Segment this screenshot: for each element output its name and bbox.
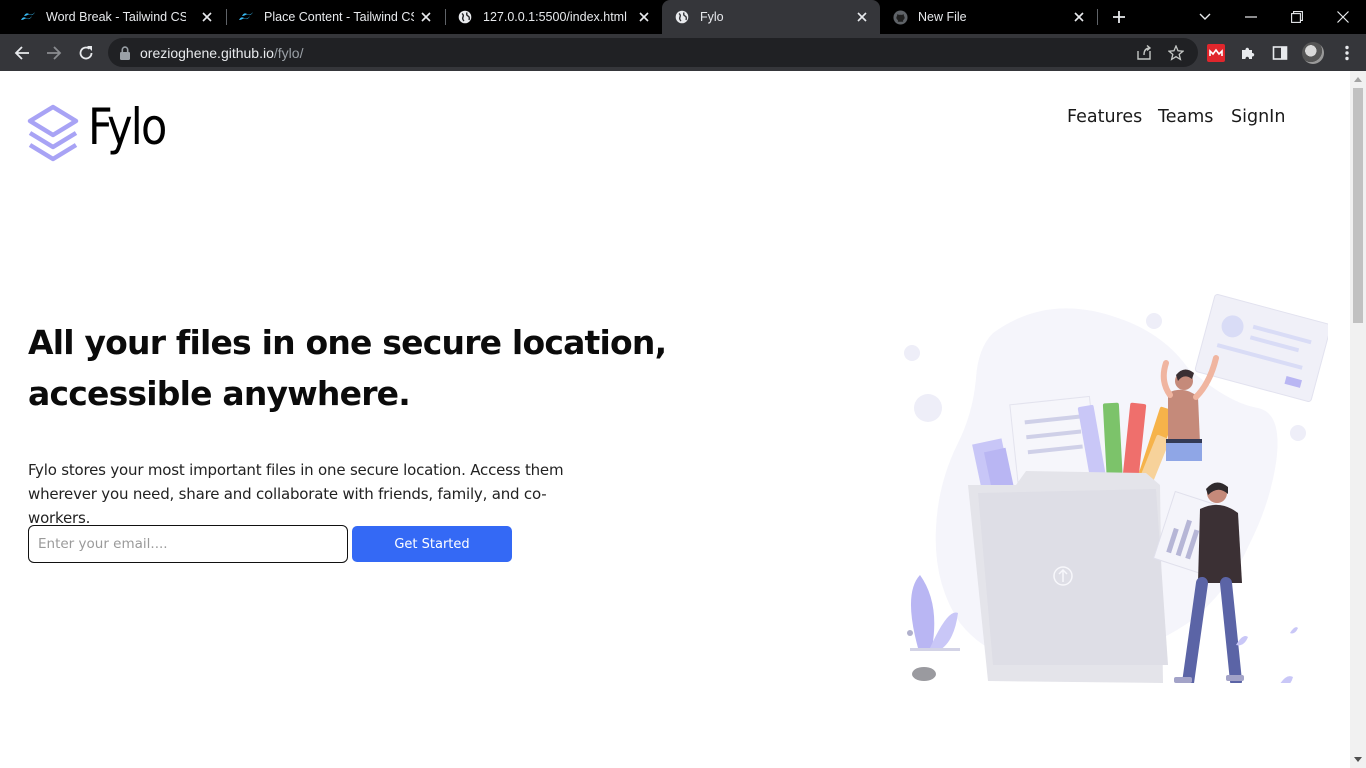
tab-separator [1097,9,1098,25]
hero-illustration [904,294,1328,683]
close-window-button[interactable] [1332,6,1354,28]
github-icon [892,9,908,25]
browser-menu-button[interactable] [1336,42,1358,64]
bubble [914,394,942,422]
close-icon[interactable] [1071,9,1087,25]
scroll-down-arrow-icon[interactable] [1354,757,1362,762]
nav-signin[interactable]: SignIn [1231,107,1285,127]
more-vertical-icon [1345,45,1349,61]
leaf [1280,676,1293,683]
bubble [904,345,920,361]
tab-title: Fylo [700,10,724,24]
close-icon[interactable] [636,9,652,25]
close-icon[interactable] [854,9,870,25]
tailwind-icon [238,9,254,25]
new-tab-button[interactable] [1108,7,1130,27]
browser-tab-strip: Word Break - Tailwind CSS Place Content … [0,0,1366,34]
browser-toolbar: orezioghene.github.io/fylo/ [0,34,1366,71]
close-icon[interactable] [418,9,434,25]
minimize-button[interactable] [1240,6,1262,28]
tab-new-file[interactable]: New File [880,0,1097,34]
get-started-button[interactable]: Get Started [352,526,512,562]
tab-fylo[interactable]: Fylo [662,0,880,34]
reload-button[interactable] [75,42,97,64]
tab-word-break[interactable]: Word Break - Tailwind CSS [8,0,225,34]
tab-title: 127.0.0.1:5500/index.html [483,10,627,24]
hero-title: All your files in one secure location, a… [28,317,668,419]
bookmark-star-icon[interactable] [1167,44,1185,62]
tab-localhost[interactable]: 127.0.0.1:5500/index.html [445,0,662,34]
url-path: /fylo/ [273,45,304,61]
globe-icon [674,9,690,25]
extensions-button[interactable] [1237,42,1259,64]
floating-document [1194,294,1328,402]
url-host: orezioghene.github.io [140,45,274,61]
folder [968,471,1168,683]
close-icon [1337,11,1349,23]
forward-button[interactable] [43,42,65,64]
puzzle-icon [1242,47,1255,59]
side-panel-icon [1272,46,1288,60]
share-icon[interactable] [1135,44,1153,62]
chevron-down-icon [1199,13,1211,20]
bubble [1146,313,1162,329]
lock-icon [120,46,130,60]
hero-description-line: Fylo stores your most important files in… [28,461,564,479]
restore-icon [1291,11,1303,23]
mendeley-extension-icon [1207,44,1225,62]
back-button[interactable] [11,42,33,64]
email-input[interactable] [28,525,348,563]
stacked-layers-logo-icon [27,104,79,162]
globe-icon [457,9,473,25]
hero-description: Fylo stores your most important files in… [28,458,608,530]
minimize-icon [1245,16,1257,18]
scrollbar-thumb[interactable] [1353,88,1363,323]
address-bar[interactable]: orezioghene.github.io/fylo/ [108,38,1198,67]
profile-avatar[interactable] [1302,42,1324,64]
page-scrollbar[interactable] [1350,71,1366,768]
nav-features[interactable]: Features [1067,107,1142,127]
stone [912,667,936,681]
plus-icon [1113,11,1125,23]
hero-title-line: accessible anywhere. [28,374,411,413]
restore-button[interactable] [1286,6,1308,28]
arrow-left-icon [14,46,29,60]
hero-title-line: All your files in one secure location, [28,323,667,362]
address-url: orezioghene.github.io/fylo/ [140,45,303,61]
arrow-right-icon [47,46,62,60]
tailwind-icon [20,9,36,25]
hero-description-line: wherever you need, share and collaborate… [28,485,547,527]
brand-name: Fylo [88,98,167,156]
bubble [1290,425,1306,441]
nav-teams[interactable]: Teams [1158,107,1213,127]
web-page: Fylo Features Teams SignIn All your file… [0,71,1350,768]
tab-title: Word Break - Tailwind CSS [46,10,186,24]
side-panel-button[interactable] [1269,42,1291,64]
tab-title: New File [918,10,967,24]
tab-place-content[interactable]: Place Content - Tailwind CSS [226,0,444,34]
leaf [1290,627,1298,634]
tab-search-button[interactable] [1194,6,1216,28]
site-logo[interactable]: Fylo [27,98,167,164]
close-icon[interactable] [199,9,215,25]
extension-button[interactable] [1205,42,1227,64]
tab-title: Place Content - Tailwind CSS [264,10,414,24]
reload-icon [79,46,93,60]
scroll-up-arrow-icon[interactable] [1354,77,1362,82]
